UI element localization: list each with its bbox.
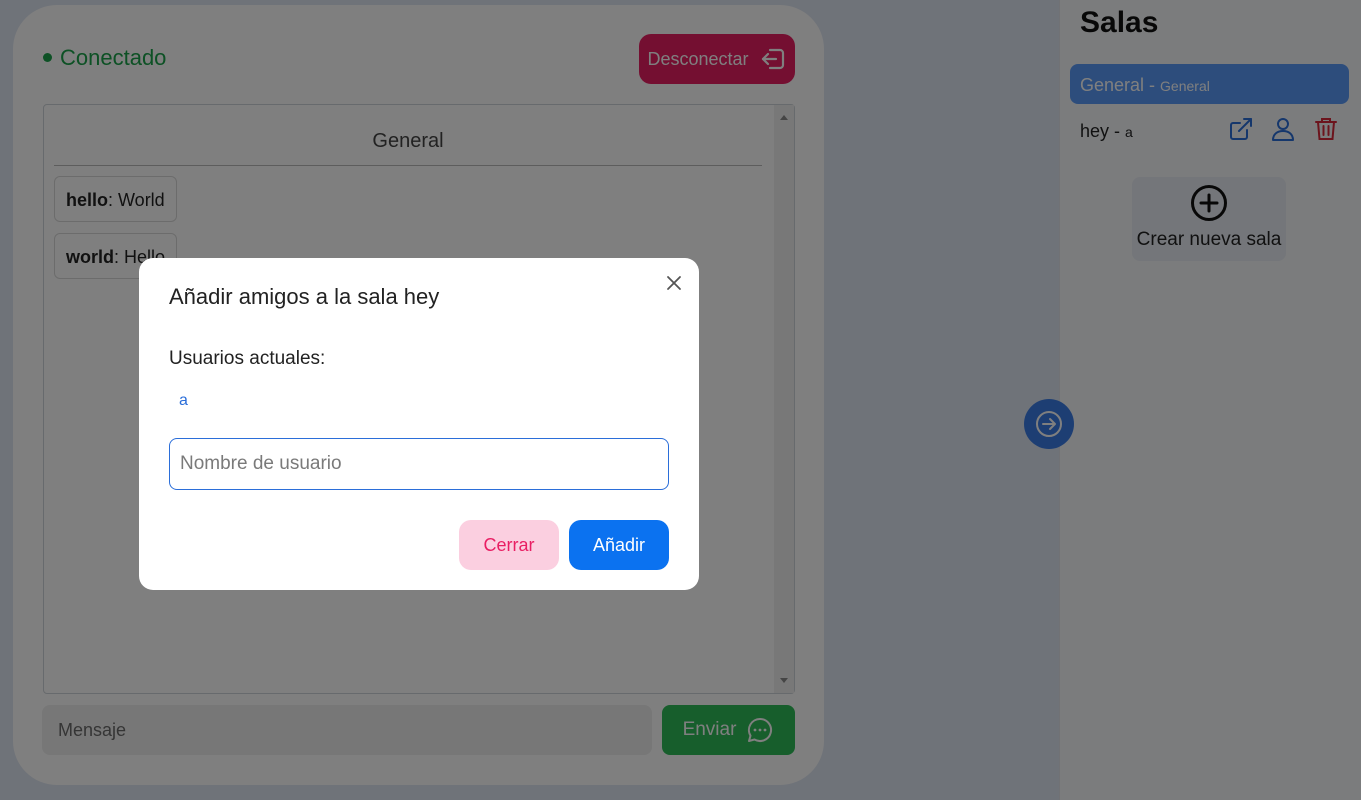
username-input[interactable] [169,438,669,490]
current-user-item: a [179,392,188,409]
current-users-label: Usuarios actuales: [169,348,326,369]
close-button[interactable]: Cerrar [459,520,559,570]
close-icon [667,276,681,290]
modal-close-button[interactable] [665,274,683,292]
add-button[interactable]: Añadir [569,520,669,570]
add-friends-modal: Añadir amigos a la sala hey Usuarios act… [139,258,699,590]
modal-title: Añadir amigos a la sala hey [169,284,440,309]
